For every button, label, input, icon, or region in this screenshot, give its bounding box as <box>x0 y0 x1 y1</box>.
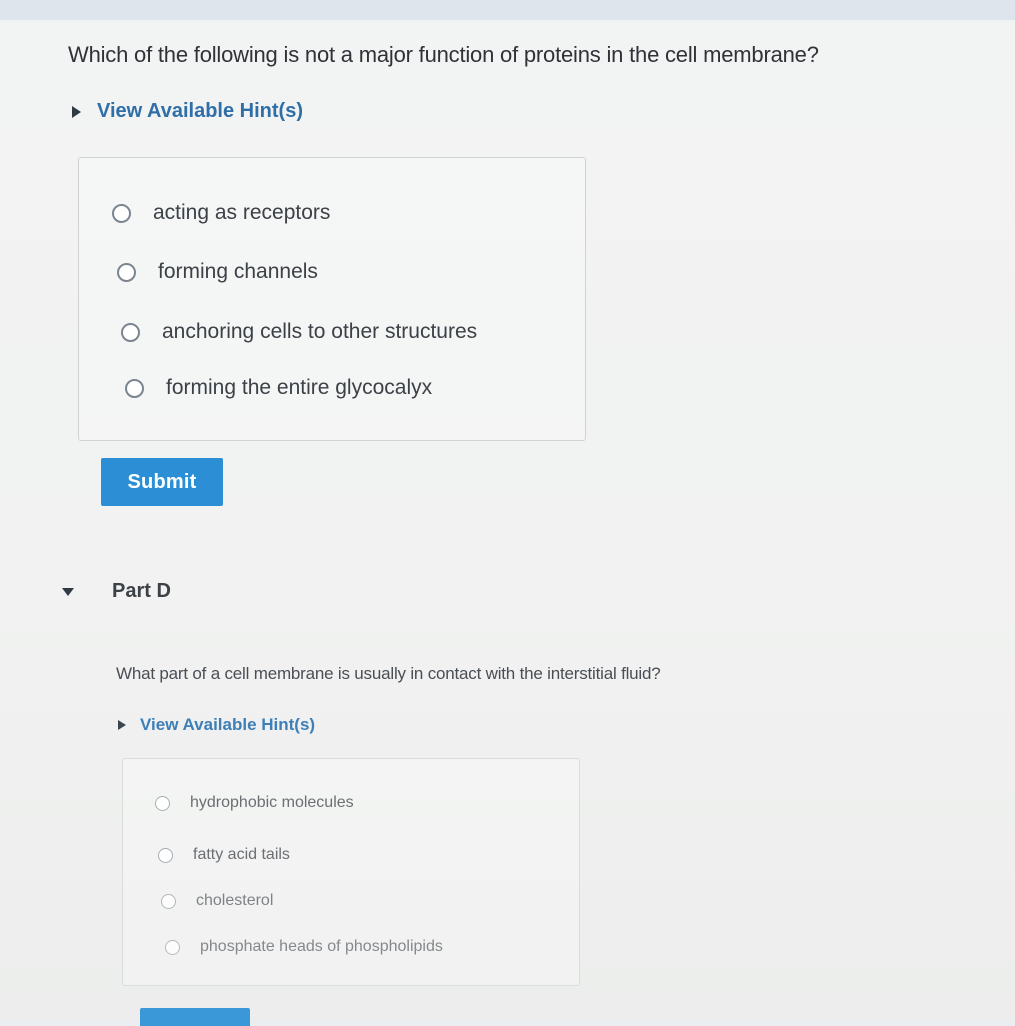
submit-button-part-d[interactable] <box>140 1008 250 1026</box>
radio-empty-icon[interactable] <box>165 939 180 955</box>
choice-label: phosphate heads of phospholipids <box>200 938 443 955</box>
radio-empty-icon[interactable] <box>158 847 173 863</box>
choice-label: forming channels <box>158 260 318 283</box>
view-hints-label: View Available Hint(s) <box>97 100 303 122</box>
choice-label: forming the entire glycocalyx <box>166 376 433 399</box>
part-d-header[interactable]: Part D <box>62 580 171 603</box>
choice-label: acting as receptors <box>153 201 331 224</box>
part-title: Part D <box>112 580 171 602</box>
choice-cholesterol[interactable]: cholesterol <box>161 892 273 910</box>
radio-empty-icon[interactable] <box>112 203 131 223</box>
triangle-down-icon <box>62 587 74 596</box>
triangle-right-icon <box>118 720 126 730</box>
question-text: Which of the following is not a major fu… <box>68 42 819 67</box>
radio-empty-icon[interactable] <box>125 378 144 398</box>
choice-label: hydrophobic molecules <box>190 794 354 811</box>
radio-empty-icon[interactable] <box>161 893 176 909</box>
view-hints-label: View Available Hint(s) <box>140 715 316 734</box>
choice-label: anchoring cells to other structures <box>162 320 478 343</box>
triangle-right-icon <box>72 105 81 118</box>
view-hints-toggle-part-d[interactable]: View Available Hint(s) <box>118 715 315 735</box>
radio-empty-icon[interactable] <box>155 795 170 811</box>
choice-forming-channels[interactable]: forming channels <box>117 260 318 284</box>
submit-button[interactable]: Submit <box>101 458 223 506</box>
choice-hydrophobic-molecules[interactable]: hydrophobic molecules <box>155 794 354 812</box>
question-text-part-d: What part of a cell membrane is usually … <box>116 664 661 683</box>
radio-empty-icon[interactable] <box>121 322 140 342</box>
answer-choices: acting as receptors forming channels anc… <box>78 157 586 441</box>
radio-empty-icon[interactable] <box>117 262 136 282</box>
choice-forming-glycocalyx[interactable]: forming the entire glycocalyx <box>125 376 432 400</box>
choice-acting-as-receptors[interactable]: acting as receptors <box>112 201 330 225</box>
choice-phosphate-heads[interactable]: phosphate heads of phospholipids <box>165 938 443 956</box>
top-band <box>0 0 1015 20</box>
choice-label: fatty acid tails <box>193 846 290 863</box>
view-hints-toggle[interactable]: View Available Hint(s) <box>72 100 303 123</box>
choice-anchoring-cells[interactable]: anchoring cells to other structures <box>121 320 477 344</box>
choice-label: cholesterol <box>196 892 274 909</box>
answer-choices-part-d: hydrophobic molecules fatty acid tails c… <box>122 758 580 986</box>
choice-fatty-acid-tails[interactable]: fatty acid tails <box>158 846 290 864</box>
